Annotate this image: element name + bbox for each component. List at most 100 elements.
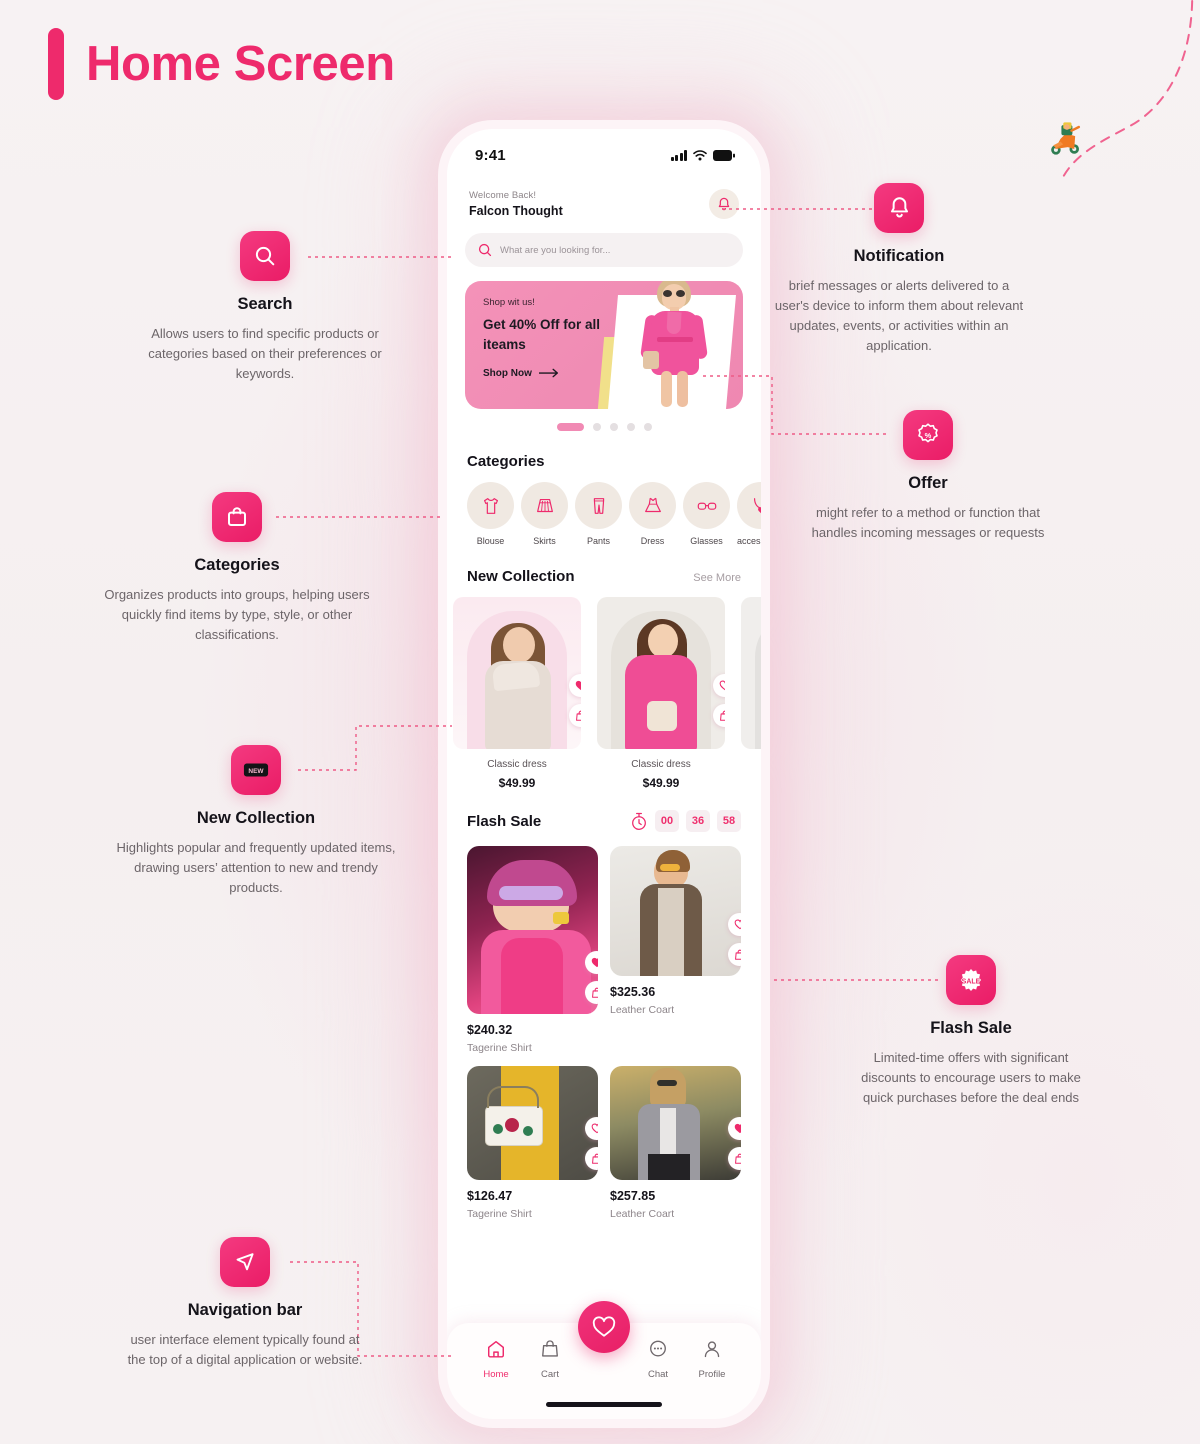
flash-sale-card[interactable]: $126.47 Tagerine Shirt: [467, 1066, 598, 1220]
add-to-bag-button[interactable]: [713, 704, 725, 727]
offer-badge-icon-badge: %: [903, 410, 953, 460]
category-label: Dress: [640, 536, 665, 546]
notification-button[interactable]: [709, 189, 739, 219]
flash-sale-card[interactable]: $257.85 Leather Coart: [610, 1066, 741, 1220]
carousel-dot[interactable]: [626, 423, 635, 431]
favorite-button[interactable]: [713, 674, 725, 697]
add-to-bag-button[interactable]: [728, 1147, 741, 1170]
see-more-link[interactable]: See More: [693, 572, 741, 584]
home-icon: [488, 1341, 504, 1358]
svg-text:%: %: [925, 431, 932, 440]
search-icon-badge: [240, 231, 290, 281]
annotation-flash-sale: SALE Flash Sale Limited-time offers with…: [846, 955, 1096, 1108]
category-item-glasses[interactable]: Glasses: [683, 482, 730, 546]
shop-now-button[interactable]: Shop Now: [483, 368, 633, 379]
annotation-description: might refer to a method or function that…: [811, 505, 1045, 541]
bottom-navigation-bar[interactable]: Home Cart Chat Profile: [447, 1301, 761, 1419]
phone-screen: 9:41 Welcome Back! Falcon Thought What a…: [447, 129, 761, 1419]
annotation-title: Offer: [908, 474, 948, 492]
category-item-pants[interactable]: Pants: [575, 482, 622, 546]
product-actions[interactable]: [585, 951, 598, 1004]
favorite-button[interactable]: [585, 951, 598, 974]
category-icon-wrap: [575, 482, 622, 529]
nav-item-profile[interactable]: Profile: [689, 1339, 735, 1380]
product-name: Classic dress: [487, 759, 547, 770]
add-to-bag-button[interactable]: [728, 943, 741, 966]
favorites-fab-button[interactable]: [578, 1301, 630, 1353]
flash-sale-card[interactable]: $325.36 Leather Coart: [610, 846, 741, 1016]
category-label: accessories: [737, 536, 761, 546]
category-icon-wrap: [737, 482, 761, 529]
nav-item-home[interactable]: Home: [473, 1339, 519, 1380]
nav-item-cart[interactable]: Cart: [527, 1339, 573, 1380]
product-image: [467, 846, 598, 1014]
category-item-dress[interactable]: Dress: [629, 482, 676, 546]
promo-banner[interactable]: Shop wit us! Get 40% Off for all iteams …: [465, 281, 743, 409]
product-price: $49.99: [498, 776, 536, 790]
product-image: [467, 1066, 598, 1180]
nav-item-chat[interactable]: Chat: [635, 1339, 681, 1380]
product-price: $325.36: [610, 985, 656, 999]
add-to-bag-button[interactable]: [569, 704, 581, 727]
favorite-button[interactable]: [569, 674, 581, 697]
annotation-notification: Notification brief messages or alerts de…: [770, 183, 1028, 357]
bag-icon: [719, 710, 725, 721]
product-card[interactable]: Blouse $49.99: [741, 597, 761, 790]
product-card[interactable]: Classic dress $49.99: [597, 597, 725, 790]
category-item-skirts[interactable]: Skirts: [521, 482, 568, 546]
sale-badge-icon: SALE: [961, 969, 981, 991]
flash-sale-card[interactable]: $240.32 Tagerine Shirt: [467, 846, 598, 1054]
categories-header: Categories: [447, 431, 761, 470]
product-name: Tagerine Shirt: [467, 1208, 532, 1220]
banner-headline: Get 40% Off for all iteams: [483, 317, 601, 353]
bag-icon: [575, 710, 581, 721]
product-name: Leather Coart: [610, 1208, 675, 1220]
carousel-dots[interactable]: [447, 423, 761, 431]
title-accent-bar: [48, 28, 64, 100]
search-input[interactable]: What are you looking for...: [465, 233, 743, 267]
product-image: [453, 597, 581, 749]
new-collection-title: New Collection: [467, 568, 575, 585]
carousel-dot[interactable]: [609, 423, 618, 431]
banner-kicker: Shop wit us!: [483, 297, 535, 308]
new-collection-row[interactable]: Classic dress $49.99 Classic dress $49.9…: [447, 585, 761, 790]
flash-sale-grid[interactable]: $240.32 Tagerine Shirt $325.36 Leather C…: [447, 832, 761, 1220]
product-actions[interactable]: [728, 1117, 741, 1170]
carousel-dot-active[interactable]: [556, 423, 584, 431]
annotation-description: Organizes products into groups, helping …: [104, 587, 370, 643]
heart-outline-icon: [734, 919, 741, 930]
annotation-search: Search Allows users to find specific pro…: [120, 231, 410, 384]
glasses-icon: [697, 502, 716, 510]
add-to-bag-button[interactable]: [585, 981, 598, 1004]
product-card[interactable]: Classic dress $49.99: [453, 597, 581, 790]
categories-row[interactable]: Blouse Skirts Pants Dress Glasses acces: [447, 470, 761, 546]
product-price: $257.85: [610, 1189, 656, 1203]
favorite-button[interactable]: [728, 1117, 741, 1140]
wifi-icon: [693, 149, 707, 160]
heart-outline-icon: [719, 680, 725, 691]
bag-icon: [734, 949, 741, 960]
heart-filled-icon: [591, 957, 598, 968]
product-actions[interactable]: [713, 674, 725, 727]
category-item-blouse[interactable]: Blouse: [467, 482, 514, 546]
carousel-dot[interactable]: [643, 423, 652, 431]
annotation-title: Flash Sale: [930, 1019, 1012, 1037]
favorite-button[interactable]: [728, 913, 741, 936]
favorite-button[interactable]: [585, 1117, 598, 1140]
new-badge-icon-badge: NEW: [231, 745, 281, 795]
timer-minutes: 36: [686, 810, 710, 832]
add-to-bag-button[interactable]: [585, 1147, 598, 1170]
heart-outline-icon: [591, 1123, 598, 1134]
product-actions[interactable]: [569, 674, 581, 727]
skirt-icon: [536, 498, 553, 512]
carousel-dot[interactable]: [592, 423, 601, 431]
bag-icon: [542, 1340, 558, 1357]
search-icon: [255, 246, 275, 266]
flash-sale-timer: 00 36 58: [630, 810, 741, 832]
product-actions[interactable]: [728, 913, 741, 966]
product-actions[interactable]: [585, 1117, 598, 1170]
category-item-accessories[interactable]: accessories: [737, 482, 761, 546]
home-indicator: [546, 1402, 662, 1407]
nav-label: Cart: [541, 1369, 559, 1380]
product-image: [610, 846, 741, 976]
